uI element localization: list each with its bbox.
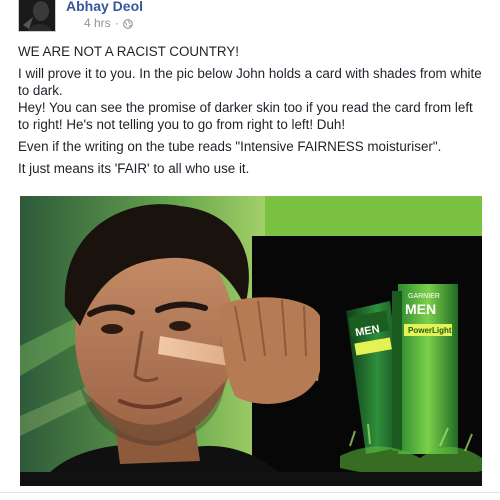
- post-paragraph: Hey! You can see the promise of darker s…: [18, 100, 473, 132]
- author-name-link[interactable]: Abhay Deol: [66, 0, 143, 14]
- post-body: WE ARE NOT A RACIST COUNTRY! I will prov…: [18, 43, 483, 182]
- post-paragraph: Even if the writing on the tube reads "I…: [18, 139, 442, 154]
- box-brand-text: GARNIER: [408, 293, 440, 300]
- photo-bottom-border: [20, 472, 482, 486]
- post-divider: [0, 492, 500, 493]
- post-paragraph: It just means its 'FAIR' to all who use …: [18, 161, 250, 176]
- post-timestamp[interactable]: 4 hrs: [84, 16, 111, 30]
- globe-icon[interactable]: [122, 18, 133, 29]
- post-paragraph: I will prove it to you. In the pic below…: [18, 66, 482, 98]
- facebook-post: Abhay Deol 4 hrs · WE ARE NOT A RACIST C…: [0, 0, 500, 500]
- avatar[interactable]: [18, 0, 56, 32]
- meta-separator: ·: [114, 16, 119, 30]
- post-paragraph: WE ARE NOT A RACIST COUNTRY!: [18, 44, 239, 59]
- box-product-name-text: PowerLight: [408, 326, 452, 335]
- post-photo[interactable]: MEN GARNIER MEN PowerLight: [20, 196, 482, 486]
- post-header: Abhay Deol 4 hrs ·: [18, 0, 478, 40]
- post-meta: 4 hrs ·: [84, 16, 133, 30]
- box-product-line-text: MEN: [405, 301, 436, 317]
